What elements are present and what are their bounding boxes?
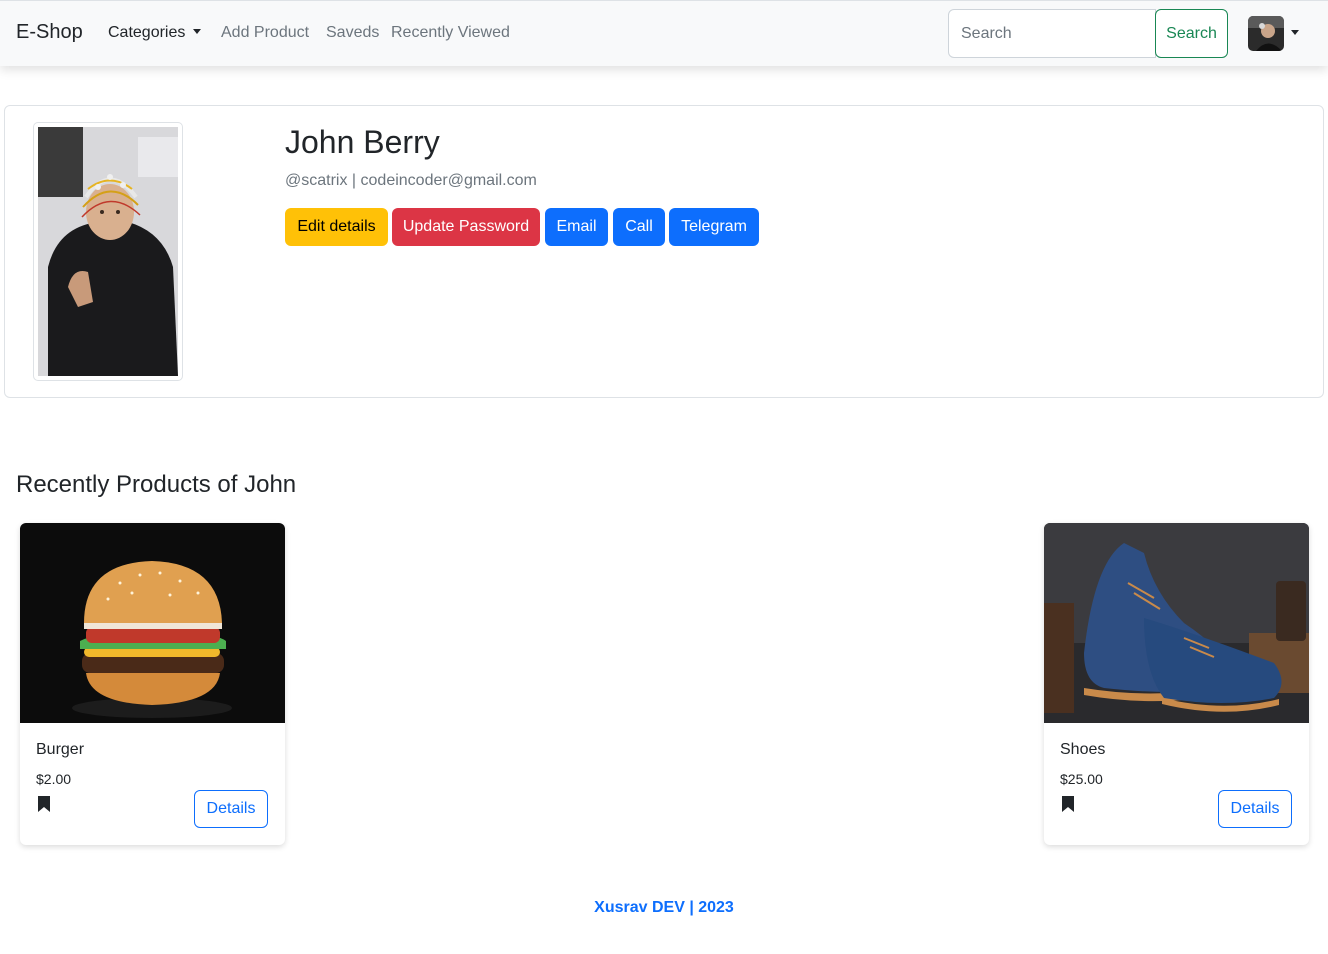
profile-photo-image [38,127,178,376]
product-name: Burger [36,741,85,758]
nav-saveds[interactable]: Saveds [326,24,379,42]
section-title: Recently Products of John [16,471,297,498]
avatar[interactable] [1248,16,1284,51]
navbar: E-Shop Categories Add Product Saveds Rec… [0,0,1328,66]
nav-recently-viewed[interactable]: Recently Viewed [391,24,510,42]
product-card: Burger $2.00 Details [20,523,285,845]
details-button[interactable]: Details [1218,790,1292,828]
search-input[interactable]: Search [948,9,1156,58]
profile-name: John Berry [285,124,440,160]
bookmark-icon[interactable] [38,796,50,812]
brand-link[interactable]: E-Shop [16,21,83,44]
email-button[interactable]: Email [545,208,608,246]
profile-separator: | [351,172,357,189]
chevron-down-icon[interactable] [1291,30,1299,35]
bookmark-icon[interactable] [1062,796,1074,812]
chevron-down-icon [193,28,202,34]
details-button[interactable]: Details [194,790,268,828]
nav-categories-dropdown[interactable]: Categories [108,24,202,42]
product-name: Shoes [1060,741,1106,758]
nav-categories-label: Categories [108,24,186,41]
profile-username: @scatrix [285,172,348,189]
profile-photo [33,122,183,381]
product-card: Shoes $25.00 Details [1044,523,1309,845]
call-button[interactable]: Call [613,208,665,246]
product-price: $2.00 [36,771,72,787]
avatar-image [1248,16,1284,51]
profile-contact-line: @scatrix | codeincoder@gmail.com [285,172,537,190]
search-button[interactable]: Search [1155,9,1228,58]
edit-details-button[interactable]: Edit details [285,208,388,246]
profile-card [4,105,1324,398]
product-price: $25.00 [1060,771,1103,787]
profile-email: codeincoder@gmail.com [360,172,537,189]
nav-add-product[interactable]: Add Product [221,24,309,42]
telegram-button[interactable]: Telegram [669,208,759,246]
product-image-burger[interactable] [20,523,285,723]
update-password-button[interactable]: Update Password [392,208,540,246]
footer-text[interactable]: Xusrav DEV | 2023 [0,899,1328,917]
product-image-shoes[interactable] [1044,523,1309,723]
